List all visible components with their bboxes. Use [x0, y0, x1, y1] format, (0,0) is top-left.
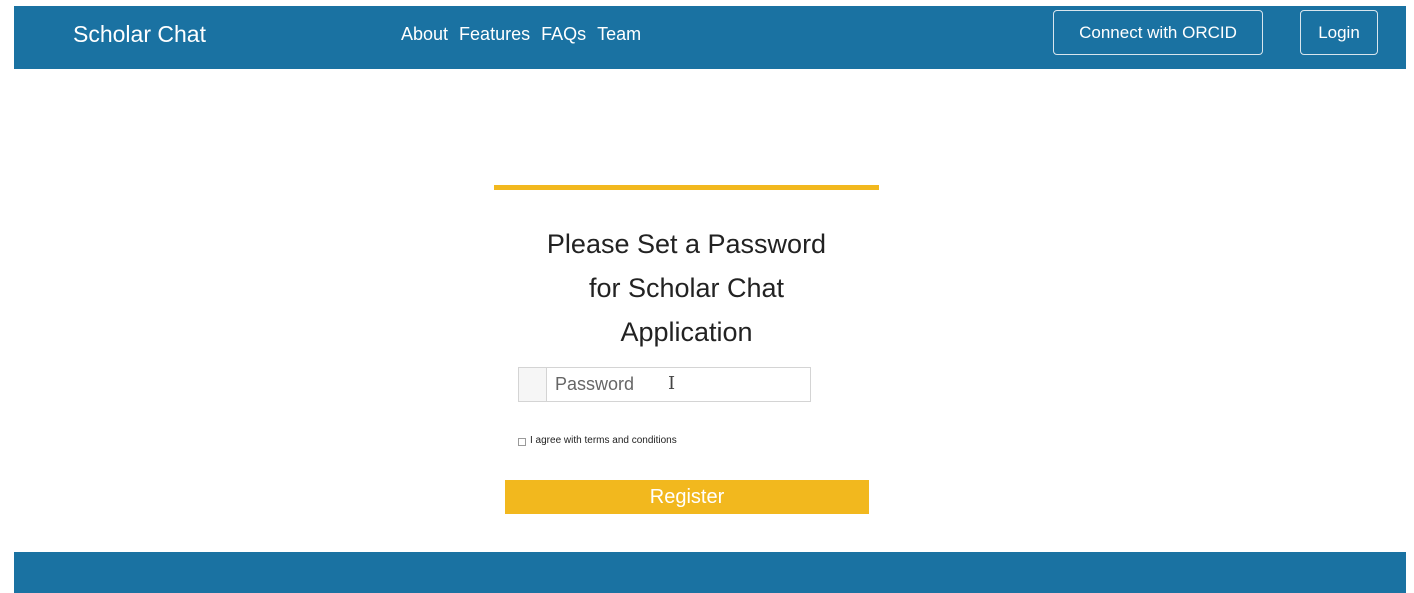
nav-link-features[interactable]: Features: [459, 24, 530, 45]
terms-row: I agree with terms and conditions: [518, 435, 677, 446]
password-input-group: I: [518, 367, 811, 402]
page: Scholar Chat About Features FAQs Team Co…: [0, 0, 1414, 593]
password-input-addon: [519, 368, 547, 401]
card-title-line: for Scholar Chat: [588, 273, 785, 303]
card-title: Please Set a Password for Scholar Chat A…: [494, 222, 879, 354]
password-input[interactable]: [547, 368, 810, 401]
connect-orcid-button[interactable]: Connect with ORCID: [1053, 10, 1263, 55]
card-title-line: Please Set a Password: [546, 229, 827, 259]
top-navbar: Scholar Chat About Features FAQs Team Co…: [14, 6, 1406, 69]
terms-checkbox[interactable]: [518, 438, 526, 446]
nav-link-faqs[interactable]: FAQs: [541, 24, 586, 45]
footer-bar: [14, 552, 1406, 593]
register-button[interactable]: Register: [505, 480, 869, 514]
set-password-card: Please Set a Password for Scholar Chat A…: [494, 185, 879, 552]
nav-link-team[interactable]: Team: [597, 24, 641, 45]
nav-links: About Features FAQs Team: [401, 24, 641, 45]
nav-link-about[interactable]: About: [401, 24, 448, 45]
brand-logo[interactable]: Scholar Chat: [73, 21, 206, 48]
login-button[interactable]: Login: [1300, 10, 1378, 55]
terms-label[interactable]: I agree with terms and conditions: [530, 435, 677, 446]
card-title-line: Application: [620, 317, 753, 347]
